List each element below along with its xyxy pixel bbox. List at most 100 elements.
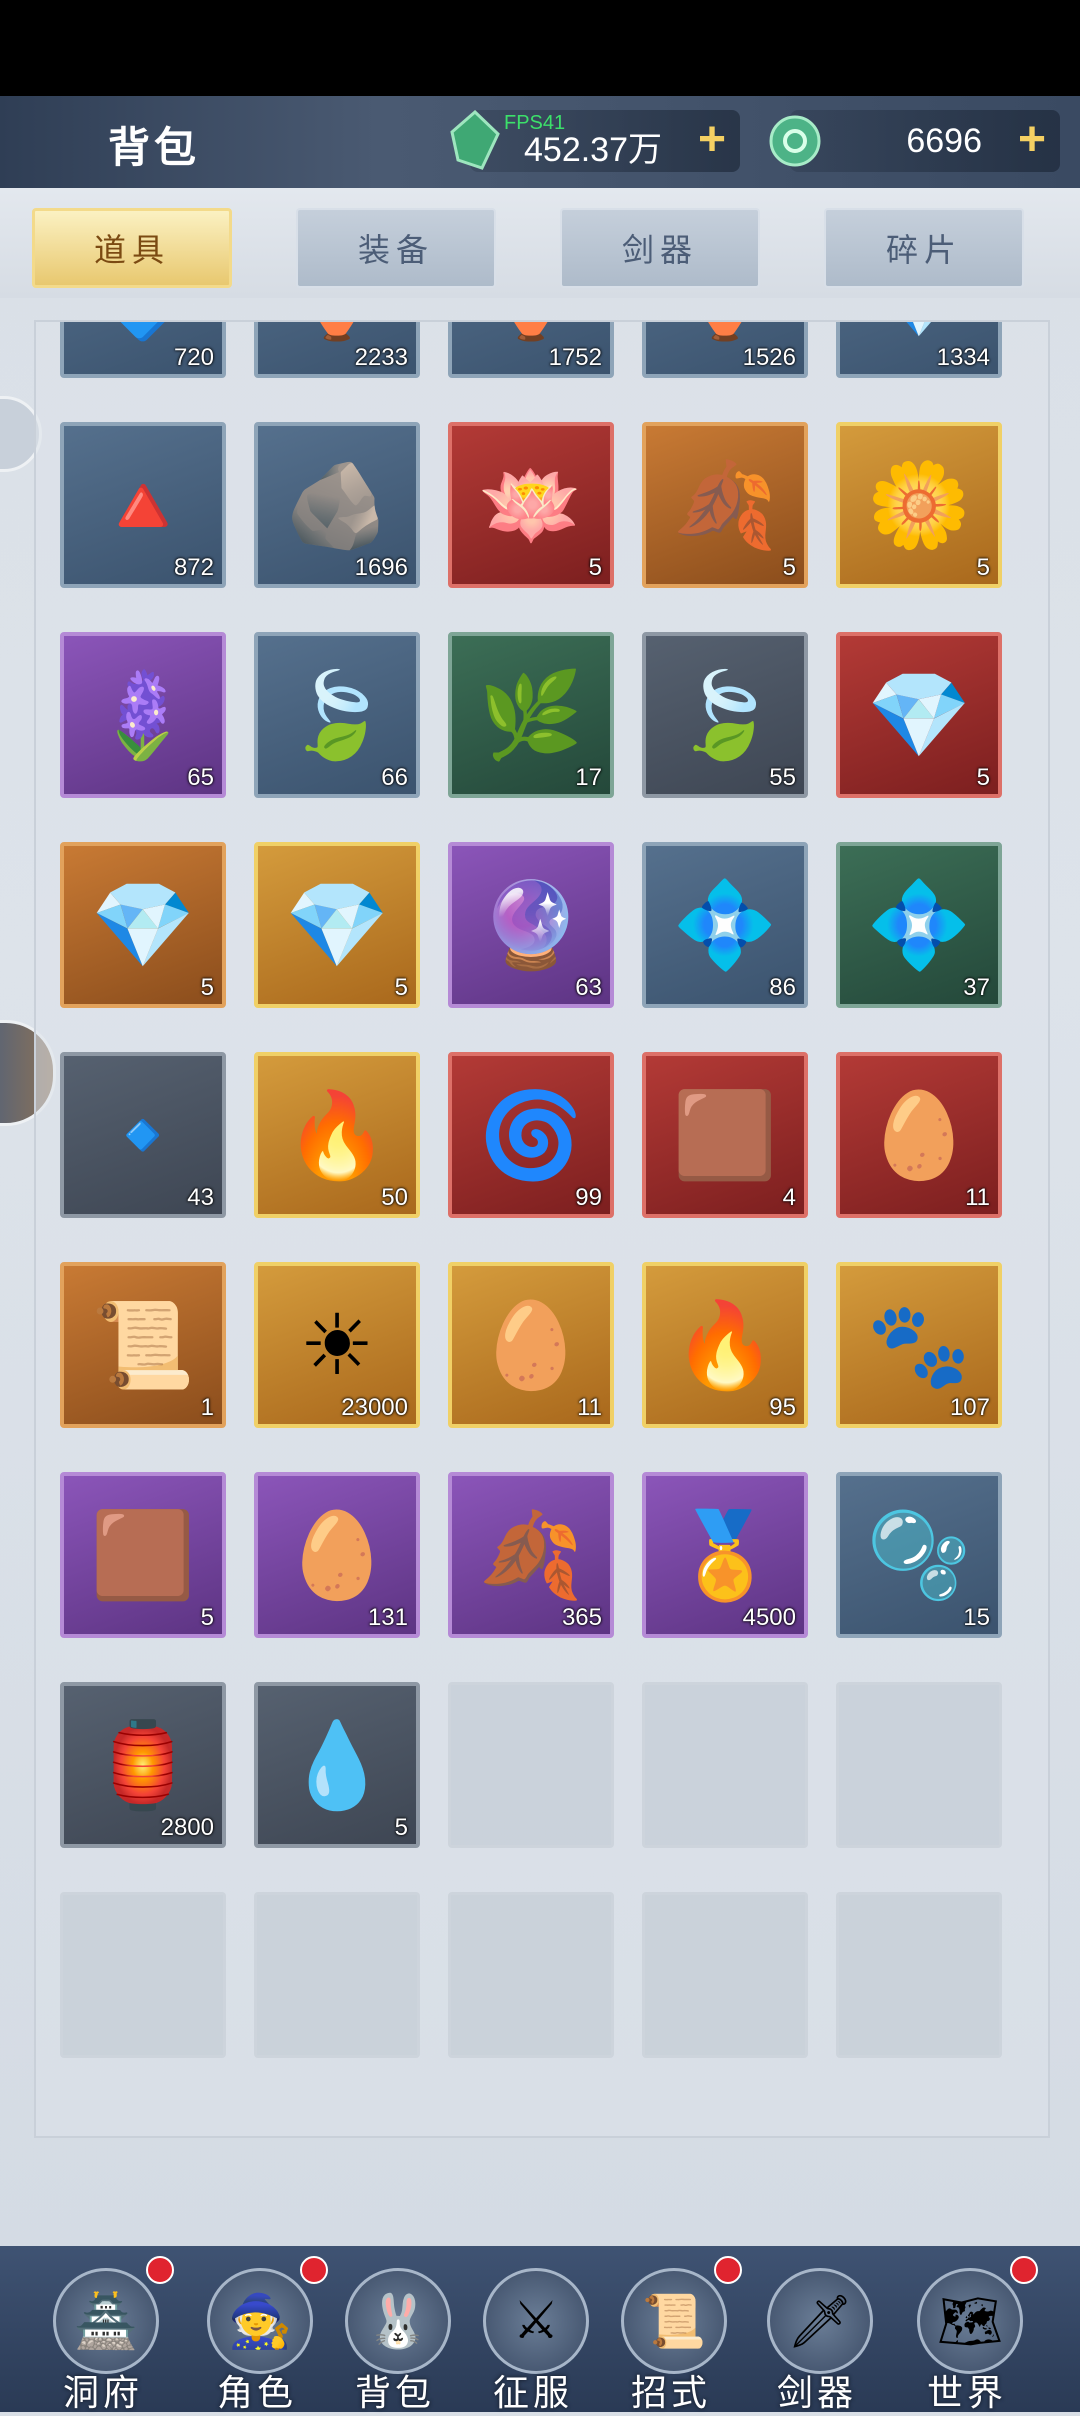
inventory-slot[interactable]: 🪷 5 bbox=[448, 422, 614, 588]
inventory-slot[interactable]: 💧 5 bbox=[254, 1682, 420, 1848]
item-count: 50 bbox=[381, 1184, 408, 1211]
inventory-slot[interactable]: 🌀 99 bbox=[448, 1052, 614, 1218]
nav-item-scroll[interactable]: 📜 招式 bbox=[606, 2246, 742, 2414]
golden-plaque-icon: 📜 bbox=[90, 1298, 196, 1392]
notification-badge bbox=[300, 2256, 328, 2284]
nav-label: 招式 bbox=[630, 2373, 711, 2414]
nav-item-crossed-swords[interactable]: ⚔ 征服 bbox=[468, 2246, 598, 2414]
nav-item-world-map[interactable]: 🗺 世界 bbox=[902, 2246, 1038, 2414]
item-count: 66 bbox=[381, 764, 408, 791]
item-count: 11 bbox=[577, 1394, 602, 1421]
inventory-slot[interactable]: 🐾 107 bbox=[836, 1262, 1002, 1428]
item-count: 5 bbox=[976, 554, 990, 581]
inventory-slot[interactable]: 🪻 65 bbox=[60, 632, 226, 798]
inventory-slot[interactable]: 🥚 131 bbox=[254, 1472, 420, 1638]
sword-icon: 🗡 bbox=[767, 2268, 873, 2374]
item-count: 365 bbox=[561, 1604, 602, 1631]
item-count: 4 bbox=[782, 1184, 796, 1211]
tab-equipment[interactable]: 装备 bbox=[296, 208, 496, 288]
item-count: 5 bbox=[200, 974, 214, 1001]
item-count: 63 bbox=[575, 974, 602, 1001]
scroll-icon: 📜 bbox=[621, 2268, 727, 2374]
empty-slot bbox=[448, 1892, 614, 2058]
inventory-slot[interactable]: 🍂 5 bbox=[642, 422, 808, 588]
inventory-slot[interactable]: 🍂 365 bbox=[448, 1472, 614, 1638]
inventory-slot[interactable]: 🟫 5 bbox=[60, 1472, 226, 1638]
inventory-slot[interactable]: 🔥 50 bbox=[254, 1052, 420, 1218]
inventory-slot[interactable]: 💎1334 bbox=[836, 322, 1002, 378]
inventory-slot[interactable]: 🪨 1696 bbox=[254, 422, 420, 588]
inventory-slot[interactable]: 📜 1 bbox=[60, 1262, 226, 1428]
inventory-slot[interactable]: 💠 86 bbox=[642, 842, 808, 1008]
inventory-slot[interactable]: 🔮 63 bbox=[448, 842, 614, 1008]
item-count: 1752 bbox=[548, 344, 602, 371]
inventory-slot[interactable]: 🏺1526 bbox=[642, 322, 808, 378]
currency-jade: FPS41 452.37万 + bbox=[450, 110, 740, 172]
item-count: 86 bbox=[769, 974, 796, 1001]
inventory-slot[interactable]: 🌼 5 bbox=[836, 422, 1002, 588]
inventory-slot[interactable]: 🔹 43 bbox=[60, 1052, 226, 1218]
inventory-grid: 🔷720🏺2233🏺1752🏺1526💎1334🔺872🪨1696🪷5🍂5🌼5🪻… bbox=[34, 320, 1050, 2138]
item-count: 1526 bbox=[742, 344, 796, 371]
nav-item-sword[interactable]: 🗡 剑器 bbox=[752, 2246, 882, 2414]
inventory-slot[interactable]: 🏅 4500 bbox=[642, 1472, 808, 1638]
add-jade-button[interactable]: + bbox=[698, 114, 726, 166]
item-count: 4500 bbox=[742, 1604, 796, 1631]
notification-badge bbox=[1010, 2256, 1038, 2284]
item-count: 1334 bbox=[936, 344, 990, 371]
currency-coin: 6696 + bbox=[769, 110, 1060, 172]
inventory-slot[interactable]: 💠 37 bbox=[836, 842, 1002, 1008]
inventory-slot[interactable]: 🌿 17 bbox=[448, 632, 614, 798]
empty-slot bbox=[254, 1892, 420, 2058]
nav-label: 背包 bbox=[354, 2373, 435, 2414]
golden-leaf-scroll-icon: 🍂 bbox=[672, 458, 778, 552]
bottom-nav: 🏯 洞府 🧙 角色 🐰 背包 ⚔ 征服 📜 招式 🗡 剑器 🗺 世界 bbox=[0, 2246, 1080, 2414]
bag-pet-icon: 🐰 bbox=[345, 2268, 451, 2374]
item-count: 131 bbox=[367, 1604, 408, 1631]
yellow-crystal-icon: 💎 bbox=[284, 878, 390, 972]
inventory-slot[interactable]: 🔷720 bbox=[60, 322, 226, 378]
nav-label: 角色 bbox=[216, 2373, 297, 2414]
item-count: 65 bbox=[187, 764, 214, 791]
inventory-slot[interactable]: 🔥 95 bbox=[642, 1262, 808, 1428]
item-count: 107 bbox=[949, 1394, 990, 1421]
inventory-slot[interactable]: 🍃 66 bbox=[254, 632, 420, 798]
inventory-slot[interactable]: 🫧 15 bbox=[836, 1472, 1002, 1638]
golden-array-icon: 🟫 bbox=[672, 1088, 778, 1182]
item-count: 5 bbox=[782, 554, 796, 581]
tab-swords[interactable]: 剑器 bbox=[560, 208, 760, 288]
inventory-slot[interactable]: 🔺 872 bbox=[60, 422, 226, 588]
inventory-slot[interactable]: 🏺2233 bbox=[254, 322, 420, 378]
item-count: 5 bbox=[394, 1814, 408, 1841]
currency-jade-value: 452.37万 bbox=[524, 131, 662, 169]
inventory-slot[interactable]: 🍃 55 bbox=[642, 632, 808, 798]
crossed-swords-icon: ⚔ bbox=[483, 2268, 589, 2374]
nav-item-cave-palace[interactable]: 🏯 洞府 bbox=[38, 2246, 174, 2414]
item-count: 1 bbox=[200, 1394, 214, 1421]
nav-item-character[interactable]: 🧙 角色 bbox=[192, 2246, 328, 2414]
inventory-slot[interactable]: 🥚 11 bbox=[836, 1052, 1002, 1218]
item-count: 37 bbox=[963, 974, 990, 1001]
empty-slot bbox=[642, 1682, 808, 1848]
inventory-slot[interactable]: 🏮 2800 bbox=[60, 1682, 226, 1848]
inventory-slot[interactable]: ☀ 23000 bbox=[254, 1262, 420, 1428]
inventory-slot[interactable]: 🏺1752 bbox=[448, 322, 614, 378]
item-count: 2800 bbox=[160, 1814, 214, 1841]
tab-fragments[interactable]: 碎片 bbox=[824, 208, 1024, 288]
jade-gem-icon bbox=[450, 110, 500, 170]
nav-item-bag-pet[interactable]: 🐰 背包 bbox=[330, 2246, 460, 2414]
inventory-slot[interactable]: 💎 5 bbox=[254, 842, 420, 1008]
item-count: 43 bbox=[187, 1184, 214, 1211]
inventory-slot[interactable]: 🥚 11 bbox=[448, 1262, 614, 1428]
inventory-slot[interactable]: 💎 5 bbox=[60, 842, 226, 1008]
add-coin-button[interactable]: + bbox=[1018, 114, 1046, 166]
inventory-slot[interactable]: 🟫 4 bbox=[642, 1052, 808, 1218]
red-crystal-icon: 💎 bbox=[866, 668, 972, 762]
inventory-slot[interactable]: 💎 5 bbox=[836, 632, 1002, 798]
item-count: 5 bbox=[200, 1604, 214, 1631]
golden-flower-icon: 🌼 bbox=[866, 458, 972, 552]
jade-coin-icon bbox=[769, 115, 821, 167]
tab-items[interactable]: 道具 bbox=[32, 208, 232, 288]
empty-slot bbox=[60, 1892, 226, 2058]
currency-coin-value: 6696 bbox=[906, 122, 982, 160]
